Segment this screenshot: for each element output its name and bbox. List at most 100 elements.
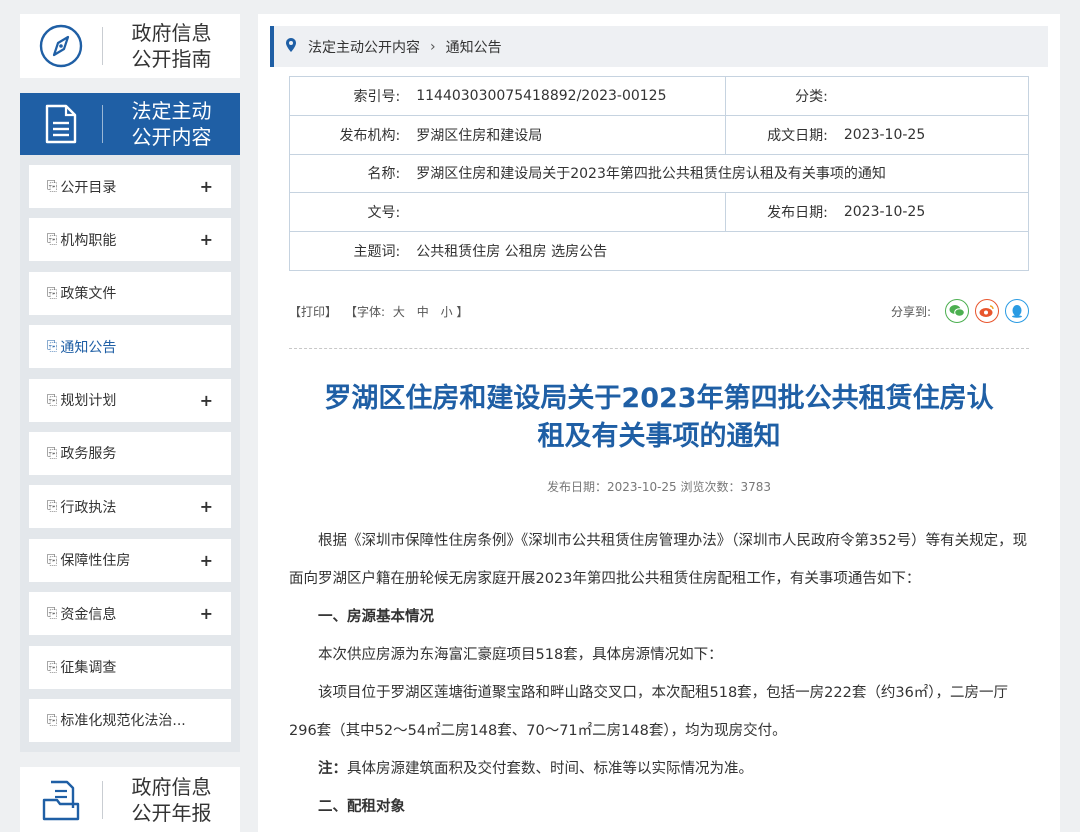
sidebar-item-label: 行政执法	[60, 499, 117, 516]
sidebar-item-planning[interactable]: ⎘ 规划计划 +	[29, 378, 231, 422]
wechat-share-icon[interactable]	[945, 299, 969, 323]
docno-label: 文号:	[289, 192, 409, 233]
table-row: 索引号: 114403030075418892/2023-00125 分类:	[289, 76, 1029, 116]
report-icon	[20, 767, 102, 832]
article-paragraph: 本次供应房源为东海富汇豪庭项目518套，具体房源情况如下：	[318, 647, 723, 663]
share-bar: 分享到:	[891, 299, 1029, 323]
table-row: 主题词: 公共租赁住房 公租房 选房公告	[289, 231, 1030, 271]
statutory-content-header[interactable]: 法定主动 公开内容	[20, 93, 240, 155]
guide-label: 政府信息 公开指南	[131, 21, 212, 71]
page-icon: ⎘	[47, 659, 58, 675]
subject-value: 公共租赁住房 公租房 选房公告	[408, 231, 1030, 271]
sidebar-item-survey[interactable]: ⎘ 征集调查	[29, 645, 231, 689]
sidebar-menu: ⎘ 公开目录 + ⎘ 机构职能 + ⎘ 政策文件 ⎘ 通知公告 ⎘ 规划计划 +…	[20, 155, 240, 752]
written-date-label: 成文日期:	[724, 114, 836, 155]
separator-line	[289, 348, 1029, 349]
index-value: 114403030075418892/2023-00125	[408, 76, 726, 116]
article-note: 注：具体房源建筑面积及交付套数、时间、标准等以实际情况为准。	[289, 750, 1029, 788]
page-icon: ⎘	[47, 445, 58, 461]
breadcrumb: 法定主动公开内容 › 通知公告	[270, 26, 1048, 67]
statutory-content-label: 法定主动 公开内容	[131, 99, 212, 149]
expand-icon[interactable]: +	[200, 230, 213, 249]
table-row: 名称: 罗湖区住房和建设局关于2023年第四批公共租赁住房认租及有关事项的通知	[289, 153, 1030, 194]
font-small-link[interactable]: 小	[441, 305, 453, 319]
page-icon: ⎘	[47, 392, 58, 408]
index-label: 索引号:	[289, 76, 409, 116]
document-icon	[20, 93, 102, 155]
article-title: 罗湖区住房和建设局关于2023年第四批公共租赁住房认 租及有关事项的通知	[324, 383, 994, 452]
expand-icon[interactable]: +	[200, 391, 213, 410]
sidebar-item-notices[interactable]: ⎘ 通知公告	[29, 325, 231, 369]
sidebar-item-functions[interactable]: ⎘ 机构职能 +	[29, 218, 231, 262]
org-label: 发布机构:	[289, 114, 409, 155]
sidebar-item-label: 政务服务	[60, 446, 117, 463]
print-link[interactable]: 【打印】	[289, 303, 337, 320]
sidebar-item-label: 规划计划	[60, 393, 117, 410]
category-label: 分类:	[724, 76, 836, 116]
qq-share-icon[interactable]	[1005, 299, 1029, 323]
sidebar-item-label: 保障性住房	[60, 553, 131, 570]
subject-label: 主题词:	[289, 231, 409, 271]
sidebar-item-label: 政策文件	[60, 286, 117, 303]
section-heading: 二、配租对象	[318, 799, 405, 815]
sidebar-item-services[interactable]: ⎘ 政务服务	[29, 431, 231, 475]
sidebar-item-standardization[interactable]: ⎘ 标准化规范化法治...	[29, 698, 231, 742]
expand-icon[interactable]: +	[200, 177, 213, 196]
font-size-suffix: 】	[456, 304, 469, 319]
share-label: 分享到:	[890, 304, 931, 319]
annual-report-label: 政府信息 公开年报	[131, 774, 212, 825]
written-date-value: 2023-10-25	[835, 114, 1029, 155]
document-metadata-table: 索引号: 114403030075418892/2023-00125 分类: 发…	[289, 76, 1030, 271]
sidebar-item-catalog[interactable]: ⎘ 公开目录 +	[29, 165, 231, 208]
page-icon: ⎘	[47, 232, 58, 248]
gov-info-guide-card[interactable]: 政府信息 公开指南	[20, 14, 240, 78]
pubdate-label: 发布日期:	[724, 192, 836, 233]
publish-info: 发布日期：2023-10-25 浏览次数：3783	[546, 480, 772, 494]
pubdate-value: 2023-10-25	[835, 192, 1029, 233]
sidebar-item-housing[interactable]: ⎘ 保障性住房 +	[29, 538, 231, 582]
category-value	[835, 76, 1029, 116]
name-value: 罗湖区住房和建设局关于2023年第四批公共租赁住房认租及有关事项的通知	[408, 153, 1030, 194]
font-size-control: 【字体: 大 中 小 】	[345, 303, 468, 320]
table-row: 发布机构: 罗湖区住房和建设局 成文日期: 2023-10-25	[289, 114, 1029, 155]
org-value: 罗湖区住房和建设局	[408, 114, 726, 155]
annual-report-card[interactable]: 政府信息 公开年报	[20, 767, 240, 832]
page-icon: ⎘	[47, 179, 58, 194]
page-icon: ⎘	[47, 339, 58, 355]
chevron-right-icon: ›	[430, 38, 436, 55]
breadcrumb-link-statutory[interactable]: 法定主动公开内容	[308, 37, 420, 57]
section-heading: 一、房源基本情况	[318, 609, 434, 625]
sidebar-item-label: 资金信息	[60, 606, 117, 623]
article-paragraph: 该项目位于罗湖区莲塘街道聚宝路和畔山路交叉口，本次配租518套，包括一房222套…	[289, 685, 1009, 739]
expand-icon[interactable]: +	[200, 497, 213, 516]
docno-value	[408, 192, 726, 233]
compass-icon	[20, 14, 102, 78]
breadcrumb-link-notices[interactable]: 通知公告	[446, 37, 502, 57]
main-content: 法定主动公开内容 › 通知公告 索引号: 114403030075418892/…	[258, 14, 1060, 832]
note-text: 具体房源建筑面积及交付套数、时间、标准等以实际情况为准。	[347, 761, 753, 777]
weibo-share-icon[interactable]	[975, 299, 999, 323]
table-row: 文号: 发布日期: 2023-10-25	[289, 192, 1029, 233]
sidebar-item-enforcement[interactable]: ⎘ 行政执法 +	[29, 485, 231, 529]
article-body: 根据《深圳市保障性住房条例》《深圳市公共租赁住房管理办法》（深圳市人民政府令第3…	[289, 522, 1029, 826]
font-large-link[interactable]: 大	[393, 305, 405, 319]
expand-icon[interactable]: +	[200, 551, 213, 570]
sidebar-item-policy[interactable]: ⎘ 政策文件	[29, 271, 231, 315]
page-icon: ⎘	[47, 552, 58, 568]
article-toolbar: 【打印】 【字体: 大 中 小 】 分享到:	[289, 298, 1029, 324]
page-icon: ⎘	[47, 606, 58, 622]
font-medium-link[interactable]: 中	[417, 305, 429, 319]
expand-icon[interactable]: +	[200, 604, 213, 623]
sidebar-item-label: 公开目录	[60, 179, 117, 196]
sidebar-item-label: 机构职能	[60, 232, 117, 249]
font-size-prefix: 【字体:	[345, 304, 386, 319]
sidebar-item-label: 通知公告	[60, 339, 117, 356]
article-paragraph: 根据《深圳市保障性住房条例》《深圳市公共租赁住房管理办法》（深圳市人民政府令第3…	[289, 533, 1028, 587]
sidebar-item-label: 征集调查	[60, 660, 117, 677]
page-icon: ⎘	[47, 712, 58, 728]
page-icon: ⎘	[47, 499, 58, 515]
sidebar-item-funds[interactable]: ⎘ 资金信息 +	[29, 592, 231, 636]
note-label: 注：	[318, 761, 347, 777]
page-icon: ⎘	[47, 285, 58, 301]
location-pin-icon	[286, 37, 296, 56]
